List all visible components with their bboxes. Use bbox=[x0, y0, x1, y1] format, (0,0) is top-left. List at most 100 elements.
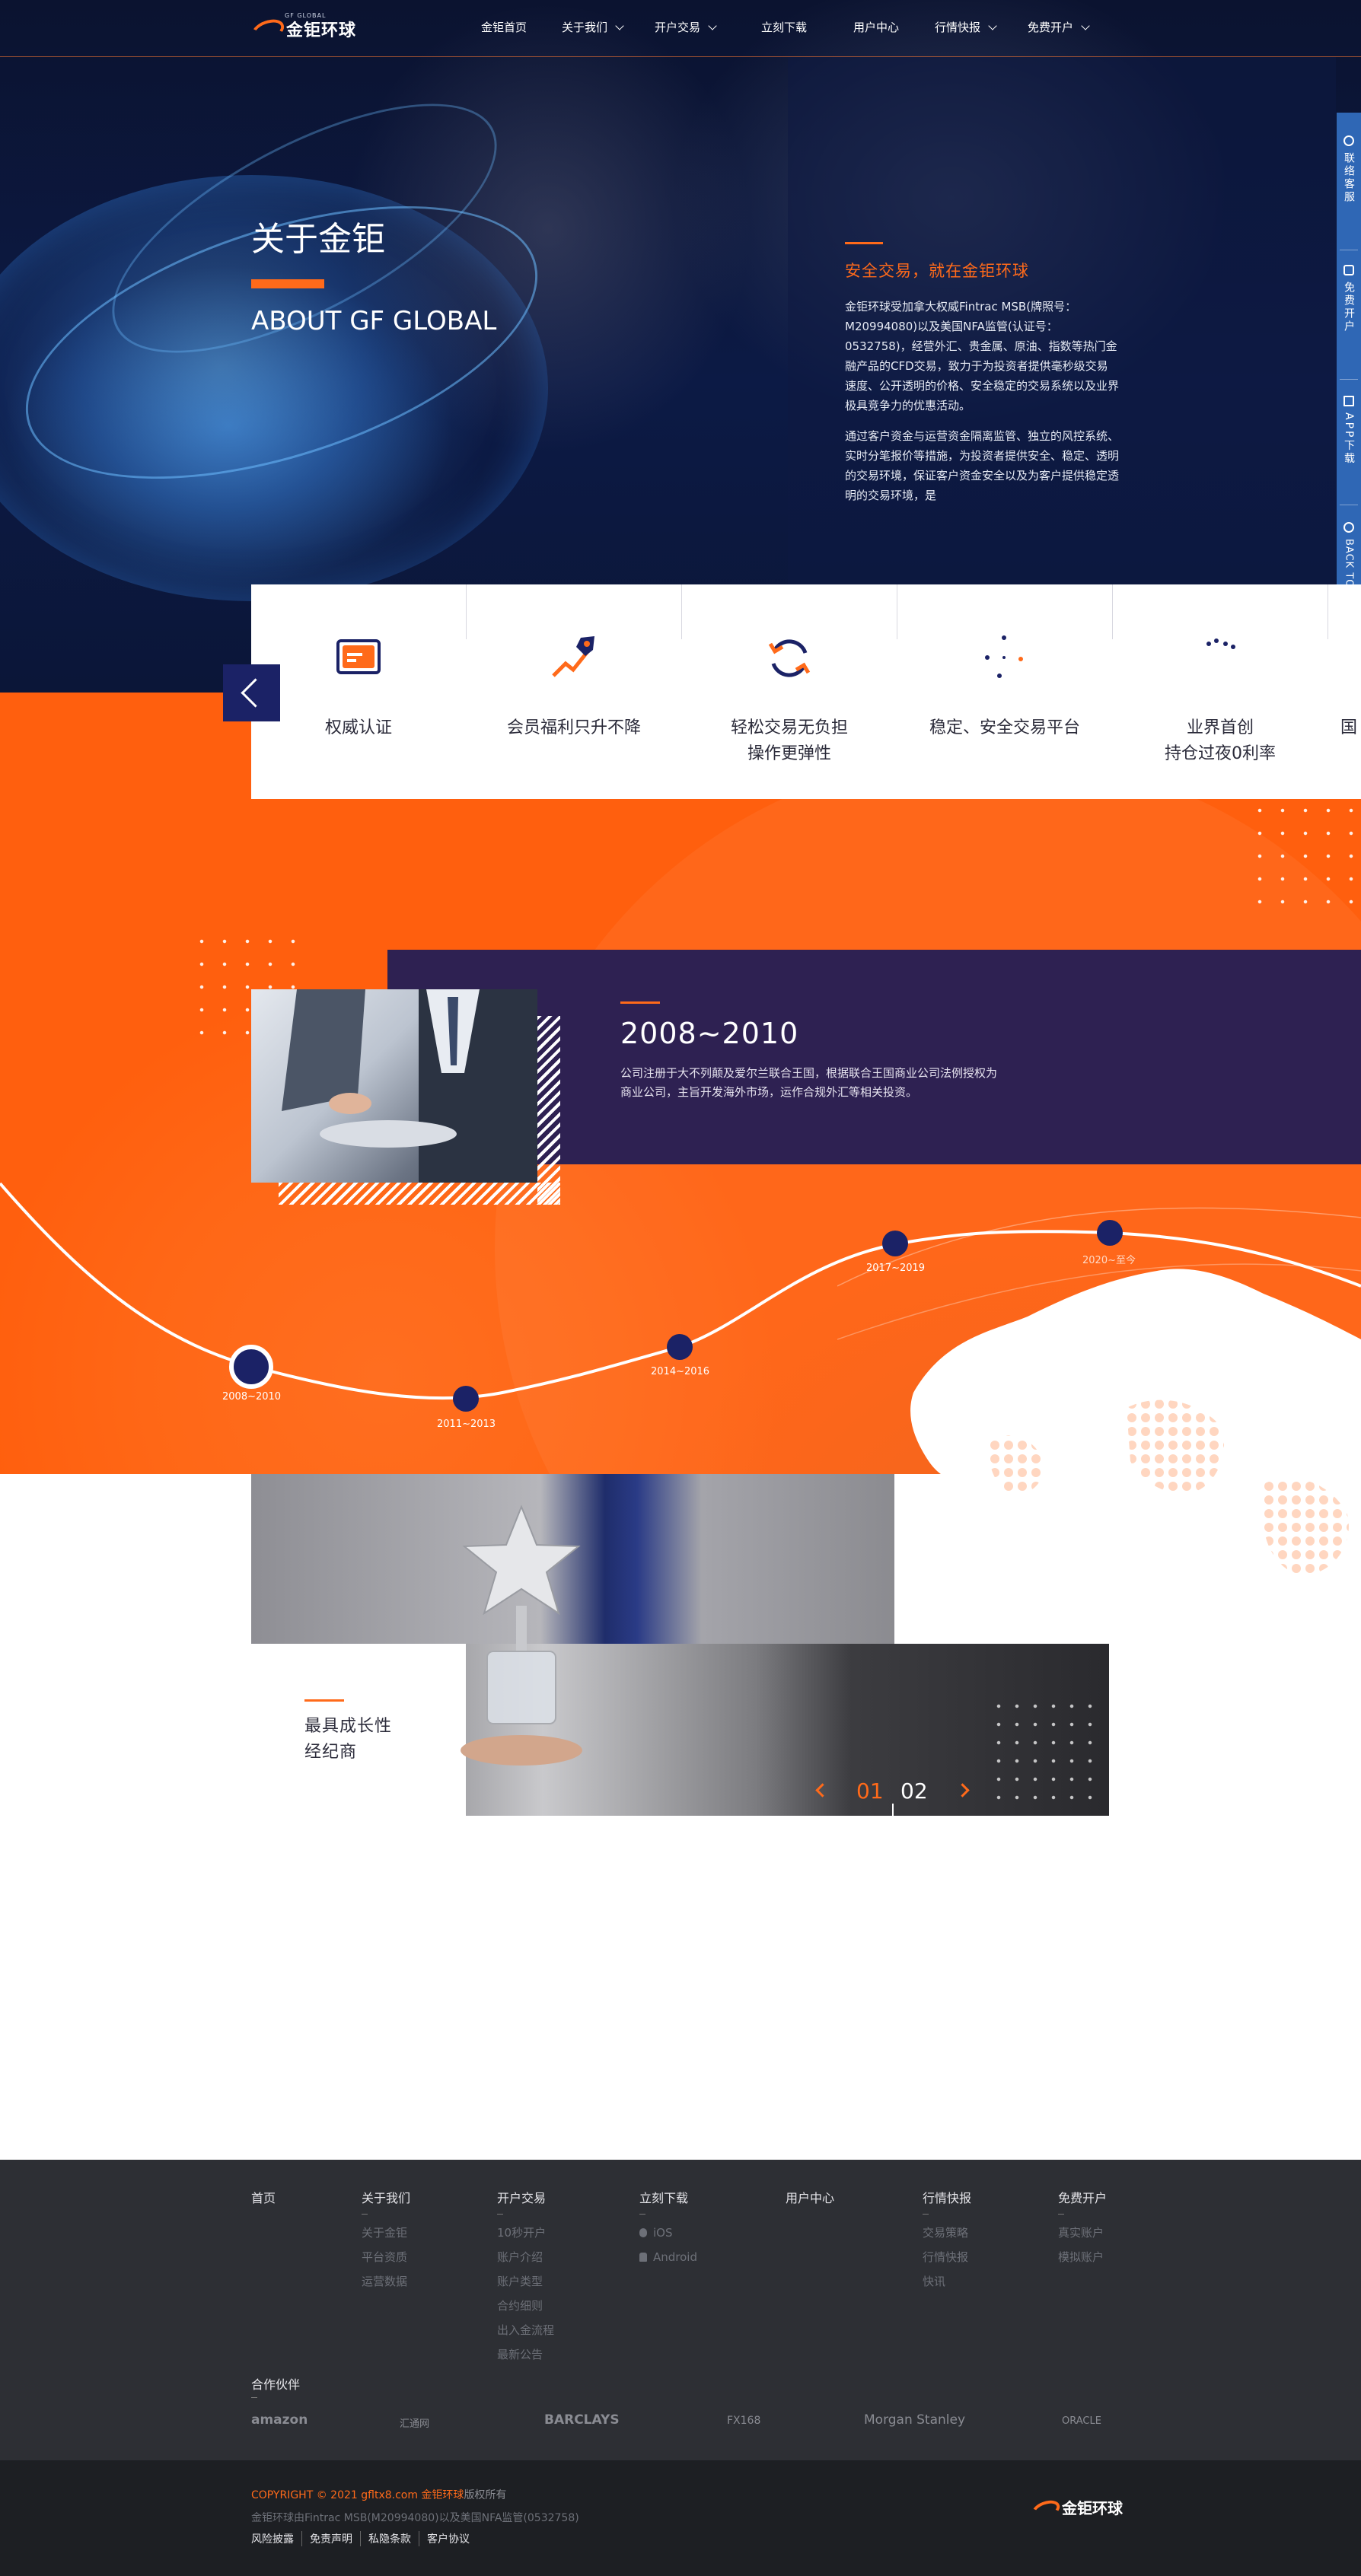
apple-icon bbox=[639, 2228, 647, 2237]
headset-icon bbox=[1343, 135, 1354, 146]
timeline-label: 2020~至今 bbox=[1082, 1255, 1136, 1266]
partner-logo-fx168: FX168 bbox=[727, 2415, 761, 2427]
legal-link-risk[interactable]: 风险披露 bbox=[251, 2531, 301, 2546]
legal-link-agreement[interactable]: 客户协议 bbox=[419, 2531, 477, 2546]
nav-quotes[interactable]: 行情快报 bbox=[935, 19, 997, 35]
chevron-down-icon bbox=[615, 21, 624, 30]
about-subtitle: ABOUT GF GLOBAL bbox=[251, 306, 497, 336]
timeline-label: 2017~2019 bbox=[866, 1263, 926, 1274]
footer-link[interactable]: 运营数据 bbox=[362, 2269, 410, 2294]
footer-link[interactable]: 行情快报 bbox=[923, 2245, 971, 2269]
award-title: 最具成长性 经纪商 bbox=[304, 1717, 393, 1762]
footer-col-quotes: 行情快报 交易策略 行情快报 快讯 bbox=[923, 2188, 971, 2294]
timeline-label: 2011~2013 bbox=[437, 1419, 496, 1430]
partners-heading: 合作伙伴 bbox=[251, 2377, 301, 2392]
top-navigation: GF GLOBAL 金钜环球 金钜首页 关于我们 开户交易 立刻下载 用户中心 … bbox=[0, 0, 1361, 57]
network-icon bbox=[985, 635, 1023, 678]
nav-user-center[interactable]: 用户中心 bbox=[853, 19, 899, 35]
about-description[interactable]: 金钜环球受加拿大权威Fintrac MSB(牌照号：M20994080)以及美国… bbox=[845, 297, 1119, 514]
refresh-icon bbox=[768, 639, 811, 677]
legal-link-disclaimer[interactable]: 免责声明 bbox=[301, 2531, 360, 2546]
award-prev-button[interactable] bbox=[813, 1782, 830, 1799]
timeline-node[interactable] bbox=[882, 1231, 908, 1256]
partial-icon bbox=[1328, 630, 1361, 686]
timeline-node[interactable] bbox=[1097, 1220, 1123, 1246]
sidebar-contact-support[interactable]: 联络客服 bbox=[1337, 135, 1361, 204]
logo-mark-icon bbox=[251, 18, 282, 40]
about-title-bar bbox=[251, 279, 324, 288]
partner-logo-fx678: 汇通网 bbox=[400, 2418, 430, 2430]
footer-link[interactable]: 真实账户 bbox=[1058, 2221, 1107, 2245]
sidebar-app-download[interactable]: APP下载 bbox=[1337, 396, 1361, 465]
nav-open-account[interactable]: 免费开户 bbox=[1028, 19, 1090, 35]
nav-download[interactable]: 立刻下载 bbox=[761, 19, 807, 35]
footer-col-about: 关于我们 关于金钜 平台资质 运营数据 bbox=[362, 2188, 410, 2294]
footer-link[interactable]: 平台资质 bbox=[362, 2245, 410, 2269]
dots-icon bbox=[1206, 638, 1235, 649]
award-next-button[interactable] bbox=[956, 1782, 973, 1799]
history-photo bbox=[251, 989, 537, 1183]
award-current-page: 01 bbox=[856, 1778, 884, 1804]
legal-link-privacy[interactable]: 私隐条款 bbox=[360, 2531, 419, 2546]
nav-home[interactable]: 金钜首页 bbox=[481, 19, 527, 35]
footer-link-android[interactable]: Android bbox=[639, 2245, 697, 2269]
footer-link-ios[interactable]: iOS bbox=[639, 2221, 697, 2245]
footer-col-trade: 开户交易 10秒开户 账户介绍 账户类型 合约细则 出入金流程 最新公告 bbox=[497, 2188, 554, 2367]
nav-about[interactable]: 关于我们 bbox=[562, 19, 624, 35]
rocket-chart-icon bbox=[552, 636, 594, 677]
footer-link[interactable]: 账户类型 bbox=[497, 2269, 554, 2294]
partner-logo-morgan-stanley: Morgan Stanley bbox=[864, 2412, 966, 2428]
footer-link[interactable]: 账户介绍 bbox=[497, 2245, 554, 2269]
timeline-node[interactable] bbox=[667, 1334, 693, 1360]
copyright: COPYRIGHT © 2021 gfltx8.com 金钜环球版权所有 bbox=[251, 2489, 507, 2501]
features-strip: 权威认证 会员福利只升不降 轻松交易无负担 操作更弹性 稳定、安全交易平台 业界… bbox=[251, 584, 1361, 799]
about-paragraph: 金钜环球受加拿大权威Fintrac MSB(牌照号：M20994080)以及美国… bbox=[845, 300, 1119, 412]
timeline-node[interactable] bbox=[453, 1386, 479, 1412]
partner-logo-oracle: ORACLE bbox=[1062, 2415, 1101, 2427]
trophy-image bbox=[461, 1505, 582, 1766]
partner-logo-barclays: BARCLAYS bbox=[544, 2412, 620, 2428]
footer-link[interactable]: 10秒开户 bbox=[497, 2221, 554, 2245]
certificate-icon bbox=[336, 639, 381, 674]
history-accent bbox=[620, 1001, 660, 1004]
footer-link[interactable]: 关于金钜 bbox=[362, 2221, 410, 2245]
about-paragraph: 通过客户资金与运营资金隔离监管、独立的风控系统、实时分笔报价等措施，为投资者提供… bbox=[845, 429, 1119, 502]
footer-logo[interactable]: 金钜环球 bbox=[1031, 2496, 1123, 2518]
feature-item[interactable]: 会员福利只升不降 bbox=[467, 584, 681, 799]
footer-link[interactable]: 模拟账户 bbox=[1058, 2245, 1107, 2269]
timeline-label: 2008~2010 bbox=[222, 1391, 282, 1403]
feature-item[interactable]: 稳定、安全交易平台 bbox=[897, 584, 1112, 799]
legal-links: 风险披露 免责声明 私隐条款 客户协议 bbox=[251, 2531, 477, 2546]
feature-item[interactable]: 轻松交易无负担 操作更弹性 bbox=[682, 584, 897, 799]
history-description: 公司注册于大不列颠及爱尔兰联合王国，根据联合王国商业公司法例授权为商业公司，主旨… bbox=[620, 1066, 998, 1099]
business-people-image bbox=[282, 989, 537, 1183]
footer-col-user: 用户中心 bbox=[786, 2191, 835, 2205]
footer-link[interactable]: 最新公告 bbox=[497, 2342, 554, 2367]
footer-link[interactable]: 出入金流程 bbox=[497, 2318, 554, 2342]
feature-item[interactable]: 业界首创 持仓过夜0利率 bbox=[1113, 584, 1328, 799]
about-title: 关于金钜 bbox=[251, 220, 385, 259]
nav-trade[interactable]: 开户交易 bbox=[655, 19, 717, 35]
feature-item[interactable]: 国 bbox=[1328, 584, 1361, 799]
about-slogan: 安全交易，就在金钜环球 bbox=[845, 262, 1029, 280]
award-page-divider bbox=[892, 1804, 894, 1816]
feature-item[interactable]: 权威认证 bbox=[251, 584, 466, 799]
app-icon bbox=[1343, 396, 1354, 406]
footer-link[interactable]: 快讯 bbox=[923, 2269, 971, 2294]
logo-small-text: GF GLOBAL bbox=[285, 12, 327, 19]
sidebar-open-account[interactable]: 免费开户 bbox=[1337, 265, 1361, 333]
timeline-label: 2014~2016 bbox=[651, 1366, 710, 1377]
timeline-node-active[interactable] bbox=[229, 1345, 273, 1389]
history-year: 2008~2010 bbox=[620, 1017, 799, 1050]
footer-col-open: 免费开户 真实账户 模拟账户 bbox=[1058, 2188, 1107, 2269]
site-logo[interactable]: GF GLOBAL 金钜环球 bbox=[251, 12, 356, 44]
chevron-down-icon bbox=[988, 21, 997, 30]
features-prev-button[interactable] bbox=[223, 664, 280, 721]
footer-col-home: 首页 bbox=[251, 2188, 276, 2206]
chevron-down-icon bbox=[1081, 21, 1090, 30]
footer-link-home[interactable]: 首页 bbox=[251, 2188, 276, 2206]
footer-link[interactable]: 合约细则 bbox=[497, 2294, 554, 2318]
license-info: 金钜环球由Fintrac MSB(M20994080)以及美国NFA监管(053… bbox=[251, 2512, 579, 2524]
footer-link[interactable]: 交易策略 bbox=[923, 2221, 971, 2245]
arrow-up-icon bbox=[1343, 522, 1354, 533]
